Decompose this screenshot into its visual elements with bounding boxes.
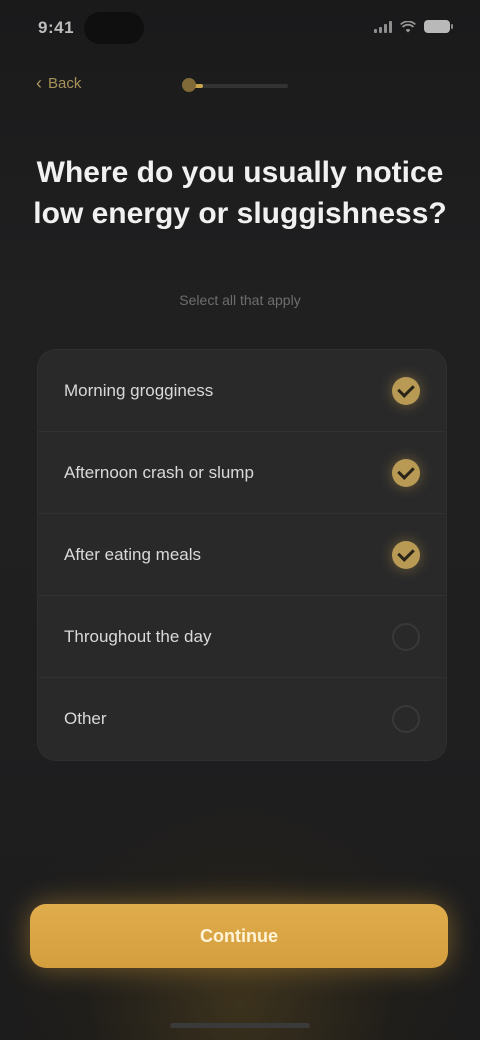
dynamic-island [84,12,144,44]
progress-indicator-dot [182,78,196,92]
checkmark-icon[interactable] [392,540,420,569]
option-label: After eating meals [64,544,202,564]
back-label: Back [48,74,82,92]
progress-bar [188,84,288,88]
status-bar: 9:41 [0,0,480,60]
checkmark-icon[interactable] [392,376,420,405]
continue-button[interactable]: Continue [30,904,448,968]
wifi-icon [400,20,416,32]
option-label: Other [64,709,107,728]
status-time: 9:41 [38,18,75,37]
chevron-left-icon: ‹ [36,73,42,93]
radio-circle-icon[interactable] [392,622,420,651]
back-button[interactable]: ‹ Back [36,74,81,92]
option-throughout-day[interactable]: Throughout the day [38,596,446,678]
page-title: Where do you usually notice low energy o… [33,156,447,230]
checkmark-icon[interactable] [392,458,420,487]
nav-row: ‹ Back [0,70,480,104]
option-label: Throughout the day [64,626,212,646]
option-label: Morning grogginess [64,380,214,400]
radio-circle-icon[interactable] [392,705,420,733]
option-label: Afternoon crash or slump [64,462,254,482]
status-icons [374,20,453,33]
home-indicator [170,1023,310,1028]
onboarding-screen: 9:41 ‹ Back Where do you usually notice … [0,0,480,1040]
signal-icon [374,20,392,33]
page-subtitle: Select all that apply [179,292,301,308]
option-morning-grogginess[interactable]: Morning grogginess [38,350,446,432]
battery-icon [424,20,453,33]
options-list: Morning grogginess Afternoon crash or sl… [38,350,446,760]
option-afternoon-crash[interactable]: Afternoon crash or slump [38,432,446,514]
option-other[interactable]: Other [38,678,446,760]
option-after-meals[interactable]: After eating meals [38,514,446,596]
